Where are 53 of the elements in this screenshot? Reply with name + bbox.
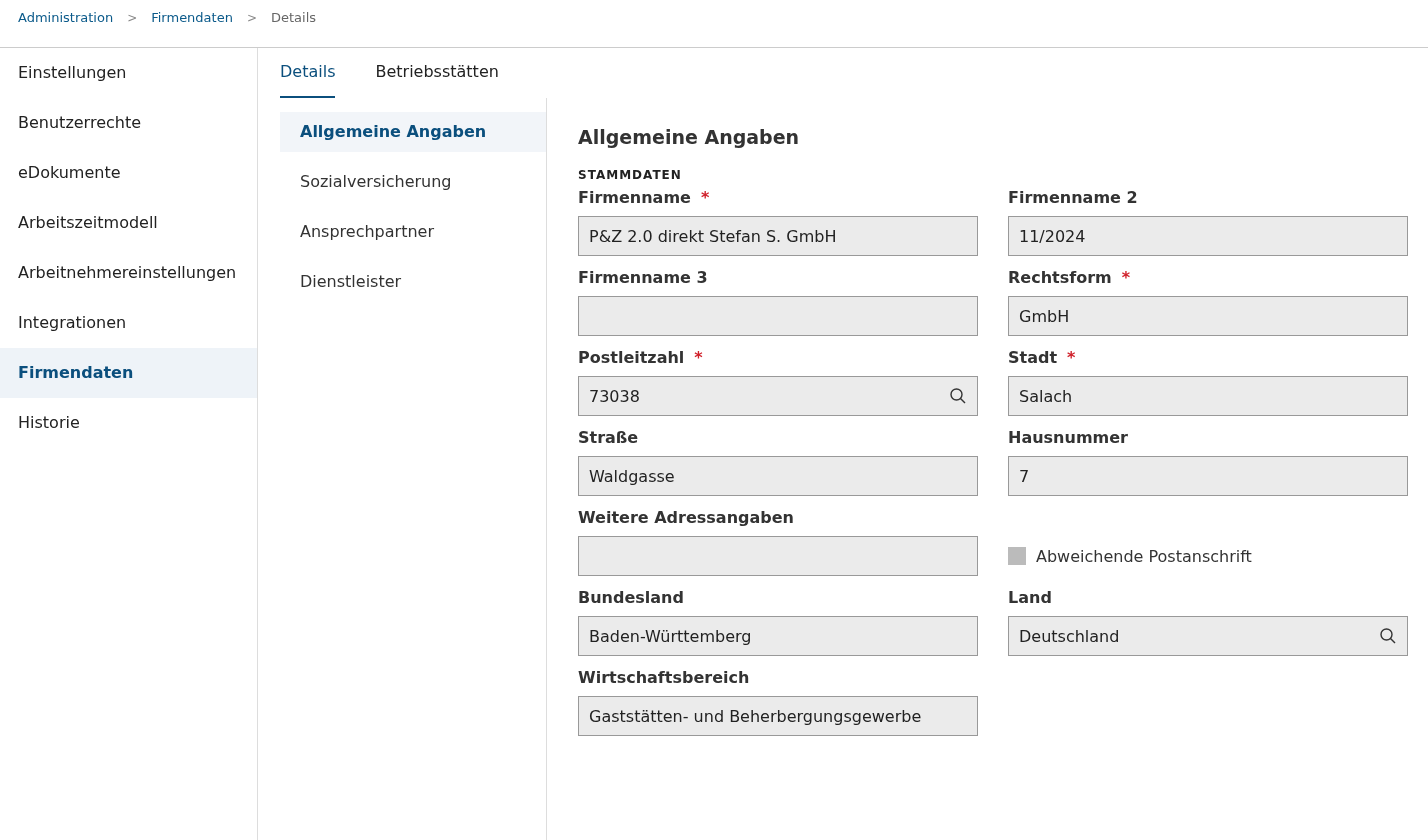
sidebar-item[interactable]: Firmendaten [0, 348, 257, 398]
input-field[interactable]: 11/2024 [1008, 216, 1408, 256]
section-heading: STAMMDATEN [578, 168, 683, 182]
search-icon[interactable] [1379, 627, 1397, 645]
sidebar-item[interactable]: Arbeitszeitmodell [0, 198, 257, 248]
sidebar-item[interactable]: eDokumente [0, 148, 257, 198]
field-label: Firmenname [578, 188, 691, 207]
breadcrumb-separator: > [246, 10, 257, 25]
sidebar-item[interactable]: Integrationen [0, 298, 257, 348]
field-label: Postleitzahl [578, 348, 685, 367]
sidebar-item[interactable]: Arbeitnehmereinstellungen [0, 248, 257, 298]
input-field[interactable]: Deutschland [1008, 616, 1408, 656]
input-field[interactable] [578, 296, 978, 336]
breadcrumb-link[interactable]: Firmendaten [151, 10, 233, 25]
breadcrumb-link[interactable]: Administration [18, 10, 114, 25]
checkbox[interactable] [1008, 547, 1026, 565]
section-title: Allgemeine Angaben [578, 126, 801, 148]
subnav-item[interactable]: Sozialversicherung [280, 162, 546, 202]
input-field[interactable]: 73038 [578, 376, 978, 416]
field-label: Firmenname 3 [578, 268, 708, 287]
field-label: Straße [578, 428, 639, 447]
field-label: Bundesland [578, 588, 684, 607]
search-icon[interactable] [949, 387, 967, 405]
field-label: Wirtschaftsbereich [578, 668, 750, 687]
field-label: Weitere Adressangaben [578, 508, 794, 527]
input-field[interactable] [578, 536, 978, 576]
subnav-item[interactable]: Dienstleister [280, 262, 546, 302]
input-field[interactable]: P&Z 2.0 direkt Stefan S. GmbH [578, 216, 978, 256]
required-mark: * [694, 348, 703, 367]
field-label: Hausnummer [1008, 428, 1128, 447]
checkbox-label: Abweichende Postanschrift [1036, 546, 1252, 566]
input-field[interactable]: Baden-Württemberg [578, 616, 978, 656]
required-mark: * [1067, 348, 1076, 367]
field-label: Stadt [1008, 348, 1058, 367]
sidebar-item[interactable]: Einstellungen [0, 48, 257, 98]
input-field[interactable]: Salach [1008, 376, 1408, 416]
input-field[interactable]: GmbH [1008, 296, 1408, 336]
sidebar-item[interactable]: Historie [0, 398, 257, 448]
field-label: Rechtsform [1008, 268, 1112, 287]
required-mark: * [700, 188, 710, 207]
breadcrumb-separator: > [127, 10, 138, 25]
field-label: Firmenname 2 [1008, 188, 1138, 207]
field-label: Land [1008, 588, 1052, 607]
input-field[interactable]: Gaststätten- und Beherbergungsgewerbe [578, 696, 978, 736]
sidebar-item[interactable]: Benutzerrechte [0, 98, 257, 148]
subnav-item[interactable]: Ansprechpartner [280, 212, 546, 252]
input-field[interactable]: Waldgasse [578, 456, 978, 496]
tab[interactable]: Betriebsstätten [375, 48, 499, 98]
breadcrumb-current: Details [271, 10, 317, 25]
input-field[interactable]: 7 [1008, 456, 1408, 496]
required-mark: * [1121, 268, 1131, 287]
tab[interactable]: Details [280, 48, 336, 98]
subnav-item[interactable]: Allgemeine Angaben [280, 112, 546, 152]
